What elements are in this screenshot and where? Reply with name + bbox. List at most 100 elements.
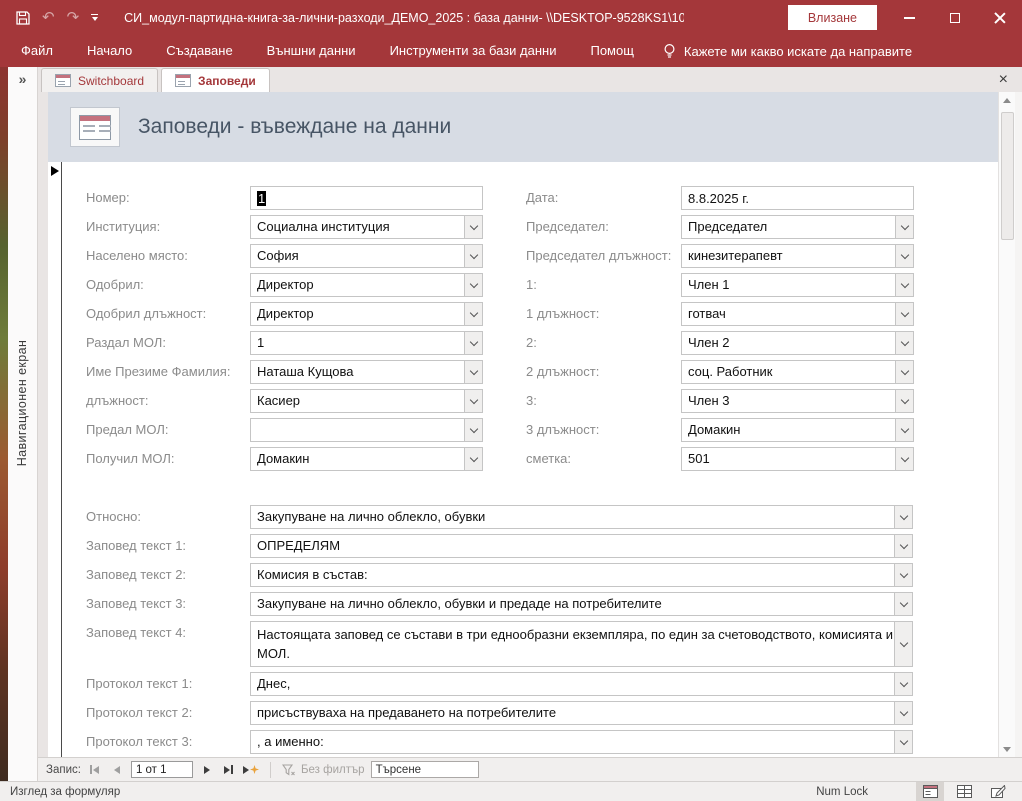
chevron-down-icon[interactable] [894, 564, 912, 586]
chevron-down-icon[interactable] [895, 332, 913, 354]
scroll-up-button[interactable] [999, 92, 1015, 108]
close-icon [994, 12, 1006, 24]
field-chlen-1-dlazhnost-combo[interactable]: готвач [681, 302, 914, 326]
chevron-down-icon[interactable] [894, 593, 912, 615]
field-protokol-tekst-1-combo[interactable]: Днес, [250, 672, 913, 696]
vertical-scrollbar[interactable] [998, 92, 1015, 757]
save-icon[interactable] [16, 11, 30, 25]
field-zapoved-tekst-4-combo[interactable]: Настоящата заповед се състави в три едно… [250, 621, 913, 667]
field-otnosno-combo[interactable]: Закупуване на лично облекло, обувки [250, 505, 913, 529]
field-odobril-dlazhnost-combo[interactable]: Директор [250, 302, 483, 326]
field-label-ime-prezime-familiya: Име Презиме Фамилия: [86, 360, 250, 384]
layout-view-button[interactable] [984, 782, 1012, 801]
no-filter-label[interactable]: Без филтър [301, 764, 365, 776]
field-smetka-combo[interactable]: 501 [681, 447, 914, 471]
form-view-button[interactable] [916, 782, 944, 801]
new-record-button[interactable] [243, 761, 259, 779]
chevron-down-icon[interactable] [894, 506, 912, 528]
form-tab-icon [175, 74, 191, 87]
datasheet-view-button[interactable] [950, 782, 978, 801]
main-area: » Навигационен екран SwitchboardЗаповеди… [0, 67, 1022, 781]
ribbon-tab-0[interactable]: Файл [4, 35, 70, 67]
field-zapoved-tekst-2-combo[interactable]: Комисия в състав: [250, 563, 913, 587]
chevron-down-icon[interactable] [894, 731, 912, 753]
scrollbar-thumb[interactable] [1001, 112, 1014, 240]
field-chlen-3-combo[interactable]: Член 3 [681, 389, 914, 413]
undo-icon[interactable]: ↶ [42, 10, 55, 25]
field-label-chlen-1: 1: [526, 273, 681, 297]
field-predal-mol-combo[interactable] [250, 418, 483, 442]
chevron-down-icon[interactable] [464, 332, 482, 354]
first-record-button[interactable] [87, 761, 103, 779]
chevron-down-icon[interactable] [895, 216, 913, 238]
chevron-down-icon[interactable] [464, 390, 482, 412]
chevron-down-icon[interactable] [894, 702, 912, 724]
chevron-down-icon[interactable] [464, 245, 482, 267]
chevron-down-icon[interactable] [895, 303, 913, 325]
field-label-chlen-3-dlazhnost: 3 длъжност: [526, 418, 681, 442]
ribbon-tab-4[interactable]: Инструменти за бази данни [373, 35, 574, 67]
chevron-down-icon[interactable] [464, 419, 482, 441]
chevron-down-icon[interactable] [894, 622, 912, 666]
chevron-down-icon[interactable] [895, 274, 913, 296]
chevron-down-icon[interactable] [894, 535, 912, 557]
new-record-star-icon [250, 765, 259, 774]
scroll-down-button[interactable] [999, 741, 1015, 757]
record-selector-bar[interactable] [48, 162, 62, 757]
search-input[interactable]: Търсене [371, 761, 479, 778]
combo-value: Домакин [682, 419, 895, 441]
field-protokol-tekst-3-combo[interactable]: , а именно: [250, 730, 913, 754]
tell-me-box[interactable]: Кажете ми какво искате да направите [663, 43, 912, 59]
chevron-down-icon[interactable] [464, 216, 482, 238]
chevron-down-icon[interactable] [895, 245, 913, 267]
field-poluchil-mol-combo[interactable]: Домакин [250, 447, 483, 471]
field-instituciya-combo[interactable]: Социална институция [250, 215, 483, 239]
field-zapoved-tekst-1-combo[interactable]: ОПРЕДЕЛЯМ [250, 534, 913, 558]
document-tab-1[interactable]: Заповеди [161, 68, 270, 92]
filter-icon[interactable] [282, 764, 295, 776]
field-chlen-2-combo[interactable]: Член 2 [681, 331, 914, 355]
chevron-down-icon[interactable] [895, 448, 913, 470]
ribbon-tab-3[interactable]: Външни данни [250, 35, 373, 67]
field-dlazhnost-combo[interactable]: Касиер [250, 389, 483, 413]
field-predsedatel-combo[interactable]: Председател [681, 215, 914, 239]
chevron-down-icon[interactable] [895, 390, 913, 412]
field-chlen-3-dlazhnost-combo[interactable]: Домакин [681, 418, 914, 442]
expand-navigation-pane-icon[interactable]: » [8, 67, 37, 87]
ribbon-tab-5[interactable]: Помощ [573, 35, 650, 67]
maximize-button[interactable] [932, 0, 977, 35]
field-zapoved-tekst-3-combo[interactable]: Закупуване на лично облекло, обувки и пр… [250, 592, 913, 616]
chevron-down-icon[interactable] [464, 274, 482, 296]
previous-record-button[interactable] [109, 761, 125, 779]
minimize-button[interactable] [887, 0, 932, 35]
last-record-button[interactable] [221, 761, 237, 779]
field-label-zapoved-tekst-3: Заповед текст 3: [86, 592, 250, 616]
navigation-pane-collapsed[interactable]: » Навигационен екран [8, 67, 38, 781]
field-nomer-input[interactable]: 1 [250, 186, 483, 210]
ribbon-tab-1[interactable]: Начало [70, 35, 149, 67]
chevron-down-icon[interactable] [464, 448, 482, 470]
close-button[interactable] [977, 0, 1022, 35]
customize-quick-access-toolbar-icon[interactable] [91, 14, 98, 21]
field-odobril-combo[interactable]: Директор [250, 273, 483, 297]
field-ime-prezime-familiya-combo[interactable]: Наташа Кущова [250, 360, 483, 384]
record-position-box[interactable]: 1 от 1 [131, 761, 193, 778]
field-razdal-mol-combo[interactable]: 1 [250, 331, 483, 355]
chevron-down-icon[interactable] [464, 361, 482, 383]
document-tab-0[interactable]: Switchboard [41, 68, 158, 92]
login-button[interactable]: Влизане [788, 5, 877, 30]
redo-icon[interactable]: ↷ [67, 10, 80, 25]
field-chlen-1-combo[interactable]: Член 1 [681, 273, 914, 297]
chevron-down-icon[interactable] [464, 303, 482, 325]
close-tab-icon[interactable]: × [999, 72, 1008, 88]
chevron-down-icon[interactable] [894, 673, 912, 695]
ribbon-tab-2[interactable]: Създаване [149, 35, 249, 67]
field-protokol-tekst-2-combo[interactable]: присъствуваха на предаването на потребит… [250, 701, 913, 725]
next-record-button[interactable] [199, 761, 215, 779]
field-chlen-2-dlazhnost-combo[interactable]: соц. Работник [681, 360, 914, 384]
field-naseleno-myasto-combo[interactable]: София [250, 244, 483, 268]
chevron-down-icon[interactable] [895, 361, 913, 383]
field-data-input[interactable]: 8.8.2025 г. [681, 186, 914, 210]
field-predsedatel-dlazhnost-combo[interactable]: кинезитерапевт [681, 244, 914, 268]
chevron-down-icon[interactable] [895, 419, 913, 441]
